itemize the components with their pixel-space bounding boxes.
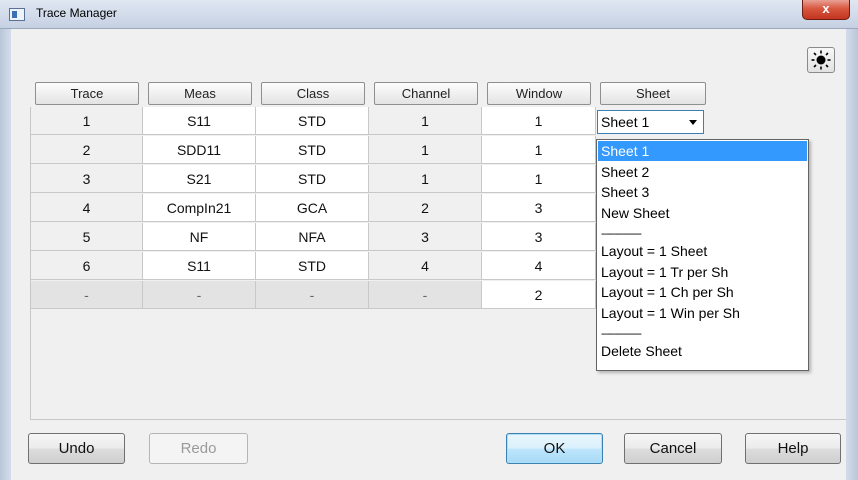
cell-channel[interactable]: 2 xyxy=(369,194,482,222)
window-title: Trace Manager xyxy=(36,6,117,20)
sun-icon xyxy=(811,50,831,70)
close-icon: x xyxy=(822,1,830,16)
menu-separator: --------------- xyxy=(601,328,642,340)
cell-channel[interactable]: 1 xyxy=(369,165,482,193)
cell-trace[interactable]: 3 xyxy=(31,165,143,193)
cell-meas[interactable]: S11 xyxy=(143,252,256,280)
header-meas[interactable]: Meas xyxy=(148,82,252,105)
cell-class[interactable]: STD xyxy=(256,136,369,164)
cell-class[interactable]: - xyxy=(256,281,369,309)
menu-item[interactable]: Layout = 1 Win per Sh xyxy=(598,303,807,323)
sheet-combo[interactable]: Sheet 1 xyxy=(597,110,704,134)
cell-channel[interactable]: 3 xyxy=(369,223,482,251)
cell-window[interactable]: 3 xyxy=(482,223,596,251)
menu-separator: --------------- xyxy=(601,228,642,240)
cell-class[interactable]: STD xyxy=(256,107,369,135)
cell-trace[interactable]: 1 xyxy=(31,107,143,135)
cell-trace[interactable]: 6 xyxy=(31,252,143,280)
redo-button[interactable]: Redo xyxy=(149,433,248,464)
cell-meas[interactable]: S21 xyxy=(143,165,256,193)
trace-table: 1 S11 STD 1 1 2 SDD11 STD 1 1 3 S21 STD 1 1 4 CompIn21 GC… xyxy=(30,107,596,419)
header-window[interactable]: Window xyxy=(487,82,591,105)
cell-channel[interactable]: 4 xyxy=(369,252,482,280)
brightness-button[interactable] xyxy=(807,47,835,73)
header-class[interactable]: Class xyxy=(261,82,365,105)
cell-window[interactable]: 3 xyxy=(482,194,596,222)
menu-item[interactable]: Layout = 1 Ch per Sh xyxy=(598,282,807,302)
cell-trace[interactable]: 5 xyxy=(31,223,143,251)
window-frame-right xyxy=(846,29,858,480)
app-icon[interactable] xyxy=(9,8,25,21)
sheet-dropdown-menu: Sheet 1 Sheet 2 Sheet 3 New Sheet ----------… xyxy=(596,139,809,371)
menu-item[interactable]: Sheet 3 xyxy=(598,182,807,202)
cell-window[interactable]: 1 xyxy=(482,136,596,164)
cell-channel[interactable]: 1 xyxy=(369,136,482,164)
menu-item[interactable]: Sheet 2 xyxy=(598,162,807,182)
menu-item[interactable]: Layout = 1 Tr per Sh xyxy=(598,262,807,282)
cell-meas[interactable]: NF xyxy=(143,223,256,251)
cell-window[interactable]: 2 xyxy=(482,281,596,309)
cell-meas[interactable]: SDD11 xyxy=(143,136,256,164)
cell-window[interactable]: 4 xyxy=(482,252,596,280)
cell-window[interactable]: 1 xyxy=(482,165,596,193)
cell-class[interactable]: STD xyxy=(256,252,369,280)
dialog-client: Trace Meas Class Channel Window Sheet 1S… xyxy=(11,29,846,480)
cell-meas[interactable]: S11 xyxy=(143,107,256,135)
close-button[interactable]: x xyxy=(802,0,850,20)
cell-meas[interactable]: - xyxy=(143,281,256,309)
header-trace[interactable]: Trace xyxy=(35,82,139,105)
cell-window[interactable]: 1 xyxy=(482,107,596,135)
undo-button[interactable]: Undo xyxy=(28,433,125,464)
menu-item[interactable]: Delete Sheet xyxy=(598,341,807,361)
cell-class[interactable]: NFA xyxy=(256,223,369,251)
cancel-button[interactable]: Cancel xyxy=(624,433,722,464)
help-button[interactable]: Help xyxy=(745,433,841,464)
cell-channel[interactable]: 1 xyxy=(369,107,482,135)
chevron-down-icon xyxy=(689,120,697,125)
ok-button[interactable]: OK xyxy=(506,433,603,464)
menu-item[interactable]: Sheet 1 xyxy=(598,141,807,161)
cell-class[interactable]: GCA xyxy=(256,194,369,222)
header-sheet[interactable]: Sheet xyxy=(600,82,706,105)
cell-meas[interactable]: CompIn21 xyxy=(143,194,256,222)
sheet-combo-value: Sheet 1 xyxy=(601,114,650,130)
menu-item[interactable]: New Sheet xyxy=(598,203,807,223)
title-bar: Trace Manager x xyxy=(0,0,858,29)
cell-trace[interactable]: 4 xyxy=(31,194,143,222)
cell-trace[interactable]: 2 xyxy=(31,136,143,164)
header-channel[interactable]: Channel xyxy=(374,82,478,105)
menu-item[interactable]: Layout = 1 Sheet xyxy=(598,241,807,261)
cell-channel[interactable]: - xyxy=(369,281,482,309)
grid-divider xyxy=(30,419,846,420)
cell-trace[interactable]: - xyxy=(31,281,143,309)
cell-class[interactable]: STD xyxy=(256,165,369,193)
window-frame-left xyxy=(0,29,11,480)
